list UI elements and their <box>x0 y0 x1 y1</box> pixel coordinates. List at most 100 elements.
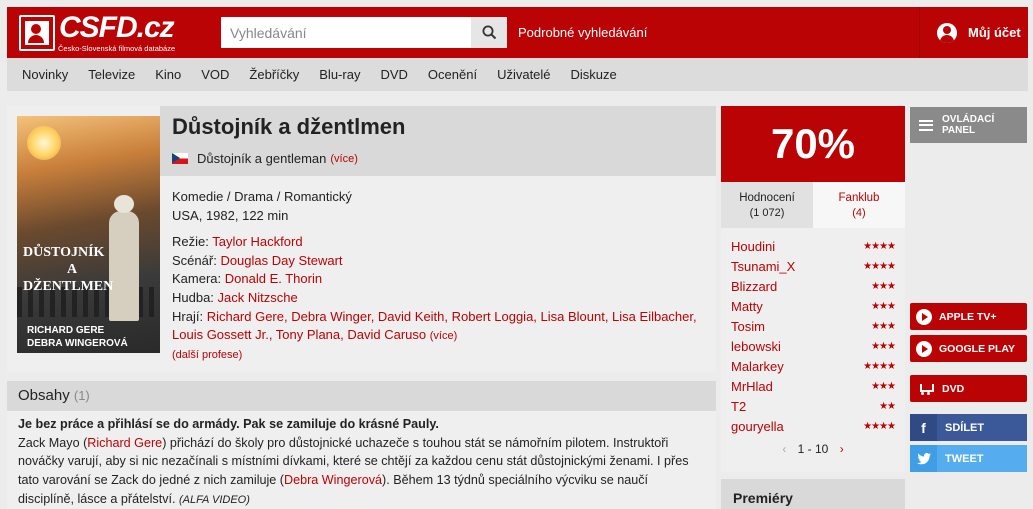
list-item[interactable]: Tsunami_X ★★★★ <box>731 256 896 276</box>
logo-subtitle: Česko-Slovenská filmová databáze <box>58 44 176 53</box>
rating-panel: 70% Hodnocení (1 072) Fanklub (4) Houdin… <box>721 106 905 472</box>
czech-flag-icon <box>172 153 188 164</box>
csfd-logo[interactable]: CSFD.cz Česko-Slovenská filmová databáze <box>19 11 184 53</box>
main-nav: Novinky Televize Kino VOD Žebříčky Blu-r… <box>7 58 1028 91</box>
stars-icon: ★★★ <box>871 300 896 312</box>
rating-score: 70% <box>721 106 905 182</box>
cast-more-link[interactable]: (více) <box>430 330 458 342</box>
film-poster[interactable]: DŮSTOJNÍK A DŽENTLMEN RICHARD GERE DEBRA… <box>17 116 160 353</box>
film-origin: USA, 1982, 122 min <box>172 207 289 223</box>
stars-icon: ★★★★ <box>863 360 896 372</box>
plot-heading: Obsahy (1) <box>7 381 716 411</box>
user-icon <box>937 22 957 43</box>
search-input[interactable] <box>221 17 471 48</box>
nav-item-uzivatele[interactable]: Uživatelé <box>497 58 550 91</box>
film-title: Důstojník a džentlmen <box>172 114 406 139</box>
camera-link[interactable]: Donald E. Thorin <box>225 271 322 286</box>
stars-icon: ★★★★ <box>863 260 896 272</box>
stars-icon: ★★★ <box>871 280 896 292</box>
google-play-button[interactable]: GOOGLE PLAY <box>910 335 1027 362</box>
plot-panel: Obsahy (1) Je bez práce a přihlásí se do… <box>7 381 716 509</box>
cast-links-2[interactable]: Louis Gossett Jr., Tony Plana, David Car… <box>172 327 426 342</box>
stars-icon: ★★★★ <box>863 240 896 252</box>
stars-icon: ★★★ <box>871 380 896 392</box>
nav-item-televize[interactable]: Televize <box>88 58 135 91</box>
list-item[interactable]: Tosim ★★★ <box>731 316 896 336</box>
list-item[interactable]: T2 ★★ <box>731 396 896 416</box>
nav-item-zebricky[interactable]: Žebříčky <box>249 58 299 91</box>
stars-icon: ★★★ <box>871 320 896 332</box>
control-panel-button[interactable]: OVLÁDACÍ PANEL <box>910 107 1027 143</box>
prev-page-icon[interactable]: ‹ <box>782 442 786 456</box>
stars-icon: ★★★★ <box>863 420 896 432</box>
facebook-share-button[interactable]: f SDÍLET <box>910 414 1027 441</box>
advanced-search-link[interactable]: Podrobné vyhledávání <box>518 25 647 40</box>
top-header: CSFD.cz Česko-Slovenská filmová databáze… <box>7 7 1028 58</box>
next-page-icon[interactable]: › <box>840 442 844 456</box>
nav-item-bluray[interactable]: Blu-ray <box>319 58 360 91</box>
user-ratings-list: Houdini ★★★★ Tsunami_X ★★★★ Blizzard ★★★ Ma… <box>721 228 905 436</box>
plot-actress-link[interactable]: Debra Wingerová <box>284 473 382 487</box>
stars-icon: ★★ <box>879 400 896 412</box>
list-item[interactable]: Matty ★★★ <box>731 296 896 316</box>
page-range: 1 - 10 <box>797 442 829 456</box>
list-item[interactable]: lebowski ★★★ <box>731 336 896 356</box>
more-professions-link[interactable]: (další profese) <box>172 346 697 365</box>
cast-row-2: Louis Gossett Jr., Tony Plana, David Car… <box>172 326 697 346</box>
director-link[interactable]: Taylor Hackford <box>212 234 302 249</box>
menu-icon <box>919 119 933 131</box>
plot-text: Je bez práce a přihlásí se do armády. Pa… <box>7 411 716 509</box>
camera-row: Kamera: Donald E. Thorin <box>172 271 323 287</box>
writer-link[interactable]: Douglas Day Stewart <box>220 253 342 268</box>
tab-ratings[interactable]: Hodnocení (1 072) <box>721 182 813 228</box>
logo-wordmark: CSFD.cz <box>59 11 175 44</box>
facebook-icon: f <box>910 414 937 441</box>
more-titles-link[interactable]: (více) <box>330 153 358 165</box>
original-title: Důstojník a gentleman (více) <box>172 151 358 166</box>
list-item[interactable]: Malarkey ★★★★ <box>731 356 896 376</box>
original-title-text: Důstojník a gentleman <box>197 151 327 166</box>
list-item[interactable]: gouryella ★★★★ <box>731 416 896 436</box>
poster-cast: RICHARD GERE DEBRA WINGEROVÁ <box>27 325 128 349</box>
music-link[interactable]: Jack Nitzsche <box>218 290 298 305</box>
plot-source: (ALFA VIDEO) <box>179 493 250 506</box>
search-icon <box>482 25 496 40</box>
twitter-icon <box>910 445 937 472</box>
play-icon <box>916 340 932 357</box>
nav-item-oceneni[interactable]: Ocenění <box>428 58 477 91</box>
tweet-button[interactable]: TWEET <box>910 445 1027 472</box>
plot-count: (1) <box>73 388 90 403</box>
tab-fanclub[interactable]: Fanklub (4) <box>813 182 905 228</box>
film-info: Komedie / Drama / Romantický USA, 1982, … <box>172 188 697 364</box>
list-item[interactable]: MrHlad ★★★ <box>731 376 896 396</box>
director-row: Režie: Taylor Hackford <box>172 234 303 250</box>
list-item[interactable]: Houdini ★★★★ <box>731 236 896 256</box>
film-genres: Komedie / Drama / Romantický <box>172 189 352 204</box>
search-box <box>221 17 507 48</box>
music-row: Hudba: Jack Nitzsche <box>172 289 298 305</box>
dvd-shop-button[interactable]: DVD <box>910 375 1027 402</box>
nav-item-diskuze[interactable]: Diskuze <box>571 58 617 91</box>
nav-item-kino[interactable]: Kino <box>155 58 181 91</box>
film-icon <box>19 15 55 51</box>
play-icon <box>916 308 932 325</box>
film-header: Důstojník a džentlmen Důstojník a gentle… <box>160 106 716 176</box>
cart-icon <box>918 383 934 395</box>
writer-row: Scénář: Douglas Day Stewart <box>172 252 343 268</box>
account-button[interactable]: Můj účet <box>919 7 1028 58</box>
nav-item-novinky[interactable]: Novinky <box>22 58 68 91</box>
search-button[interactable] <box>471 17 507 48</box>
cast-links[interactable]: Richard Gere, Debra Winger, David Keith,… <box>207 309 697 324</box>
poster-title: DŮSTOJNÍK A DŽENTLMEN <box>23 245 114 294</box>
list-item[interactable]: Blizzard ★★★ <box>731 276 896 296</box>
plot-paragraph: Zack Mayo (Richard Gere) přichází do ško… <box>18 435 689 506</box>
cast-row: Hrají: Richard Gere, Debra Winger, David… <box>172 308 697 324</box>
rating-tabs: Hodnocení (1 072) Fanklub (4) <box>721 182 905 228</box>
apple-tv-button[interactable]: APPLE TV+ <box>910 303 1027 330</box>
plot-actor-link[interactable]: Richard Gere <box>87 436 162 450</box>
nav-item-dvd[interactable]: DVD <box>380 58 407 91</box>
film-profile: DŮSTOJNÍK A DŽENTLMEN RICHARD GERE DEBRA… <box>7 106 716 372</box>
nav-item-vod[interactable]: VOD <box>201 58 229 91</box>
premieres-heading: Premiéry <box>721 479 905 509</box>
ratings-pager: ‹ 1 - 10 › <box>721 442 905 456</box>
